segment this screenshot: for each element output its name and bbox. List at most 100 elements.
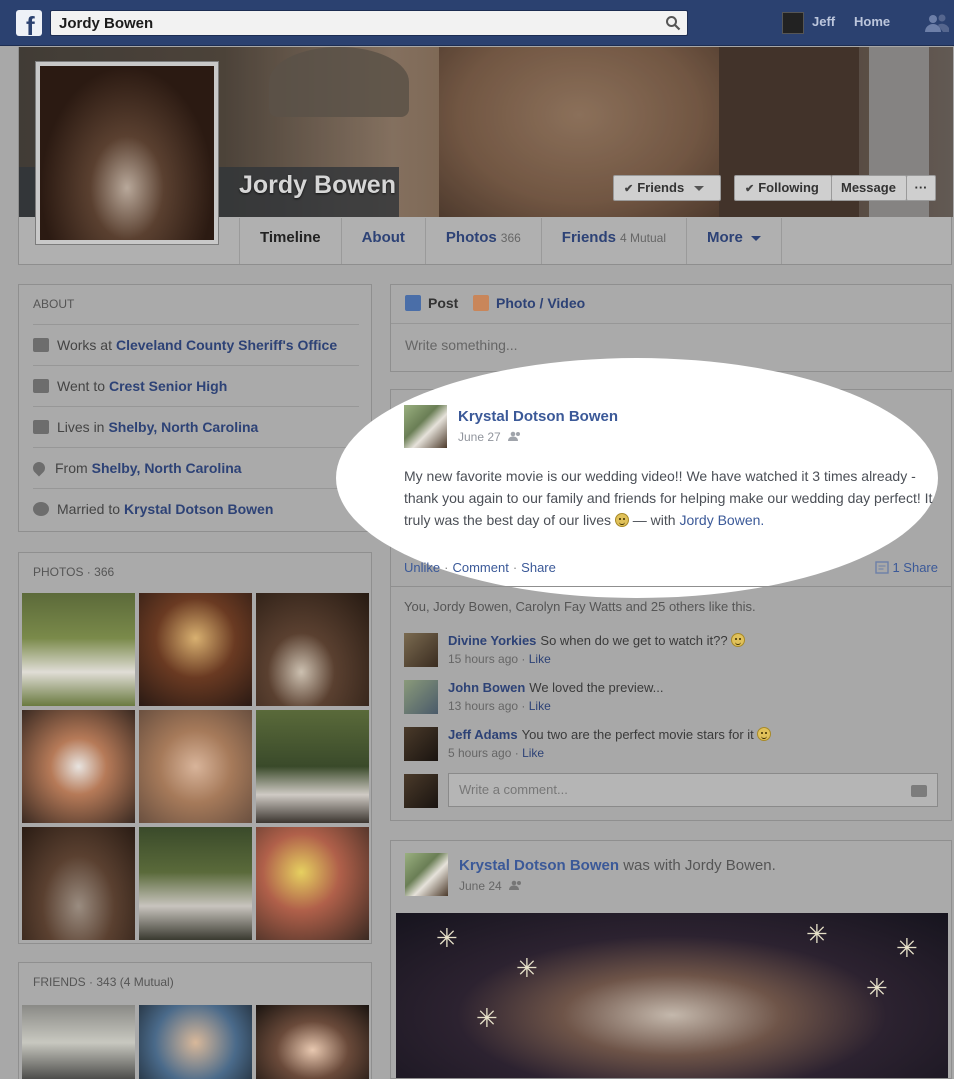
facebook-logo-icon[interactable]: f bbox=[16, 10, 42, 36]
about-item-link[interactable]: Krystal Dotson Bowen bbox=[124, 501, 273, 517]
share-count[interactable]: 1 Share bbox=[875, 560, 938, 575]
user-profile-link[interactable]: Jeff bbox=[812, 14, 835, 29]
comment-time[interactable]: 13 hours ago bbox=[448, 699, 518, 713]
heart-icon bbox=[33, 502, 49, 516]
friends-title[interactable]: FRIENDS · 343 (4 Mutual) bbox=[33, 975, 174, 989]
commenter-avatar[interactable] bbox=[404, 633, 438, 667]
photo-thumbnail[interactable] bbox=[139, 593, 252, 706]
commenter-name[interactable]: John Bowen bbox=[448, 680, 525, 695]
author-avatar[interactable] bbox=[405, 853, 448, 896]
photo-thumbnail[interactable] bbox=[22, 593, 135, 706]
comment-input[interactable]: Write a comment... bbox=[448, 773, 938, 807]
friends-count: 343 (4 Mutual) bbox=[96, 975, 174, 989]
about-item-prefix: From bbox=[55, 460, 88, 476]
photo-thumbnail[interactable] bbox=[139, 827, 252, 940]
post-author[interactable]: Krystal Dotson Bowen bbox=[458, 408, 618, 425]
search-icon[interactable] bbox=[665, 15, 681, 31]
comment-like-button[interactable]: Like bbox=[529, 652, 551, 666]
comment-meta: 13 hours ago · Like bbox=[448, 699, 551, 713]
comment-body: You two are the perfect movie stars for … bbox=[521, 727, 754, 742]
about-item-prefix: Went to bbox=[57, 378, 105, 394]
friends-audience-icon[interactable] bbox=[509, 880, 523, 891]
photo-thumbnail[interactable] bbox=[139, 710, 252, 823]
tab-photos[interactable]: Photos 366 bbox=[426, 218, 542, 264]
comment-item: John Bowen We loved the preview... 13 hou… bbox=[404, 680, 934, 720]
photo-icon bbox=[473, 295, 489, 311]
comment-time[interactable]: 5 hours ago bbox=[448, 746, 511, 760]
post-text: My new favorite movie is our wedding vid… bbox=[404, 465, 944, 531]
smiley-icon bbox=[614, 513, 629, 527]
school-icon bbox=[33, 379, 49, 393]
message-button[interactable]: Message bbox=[831, 175, 907, 201]
home-link[interactable]: Home bbox=[854, 14, 890, 29]
photo-thumbnail[interactable] bbox=[256, 710, 369, 823]
photo-thumbnail[interactable] bbox=[256, 827, 369, 940]
tab-label: Friends bbox=[561, 229, 616, 246]
commenter-name[interactable]: Divine Yorkies bbox=[448, 633, 536, 648]
tab-more[interactable]: More bbox=[687, 218, 782, 264]
composer-photo-tab[interactable]: Photo / Video bbox=[473, 295, 585, 311]
camera-icon[interactable] bbox=[911, 785, 927, 797]
more-options-button[interactable]: ··· bbox=[906, 175, 936, 201]
comment-meta: 15 hours ago · Like bbox=[448, 652, 551, 666]
post-header: Krystal Dotson Bowen was with Jordy Bowe… bbox=[459, 857, 776, 874]
about-item-link[interactable]: Cleveland County Sheriff's Office bbox=[116, 337, 337, 353]
friends-audience-icon[interactable] bbox=[508, 431, 522, 442]
photos-title[interactable]: PHOTOS · 366 bbox=[33, 565, 114, 579]
comment-button[interactable]: Comment bbox=[452, 560, 508, 575]
friend-requests-icon[interactable] bbox=[924, 12, 950, 34]
commenter-avatar[interactable] bbox=[404, 680, 438, 714]
share-count-label: 1 Share bbox=[892, 560, 938, 575]
friend-thumbnail[interactable] bbox=[139, 1005, 252, 1079]
about-item-link[interactable]: Crest Senior High bbox=[109, 378, 227, 394]
tab-about[interactable]: About bbox=[342, 218, 426, 264]
comment-body: We loved the preview... bbox=[529, 680, 664, 695]
post-meta: June 24 bbox=[459, 879, 523, 893]
composer-post-tab[interactable]: Post bbox=[405, 295, 458, 311]
about-item-link[interactable]: Shelby, North Carolina bbox=[108, 419, 258, 435]
photo-thumbnail[interactable] bbox=[256, 593, 369, 706]
about-item-from: From Shelby, North Carolina bbox=[30, 447, 359, 488]
photo-thumbnail[interactable] bbox=[22, 827, 135, 940]
profile-name[interactable]: Jordy Bowen bbox=[239, 171, 396, 200]
unlike-button[interactable]: Unlike bbox=[404, 560, 440, 575]
comment-like-button[interactable]: Like bbox=[522, 746, 544, 760]
comment-item: Divine Yorkies So when do we get to watch… bbox=[404, 633, 934, 673]
post-photo[interactable]: ✳ ✳ ✳ ✳ ✳ ✳ bbox=[396, 913, 948, 1078]
about-item-work: Works at Cleveland County Sheriff's Offic… bbox=[33, 324, 359, 365]
post-tagged-friend[interactable]: Jordy Bowen. bbox=[679, 512, 764, 528]
checkmark-icon: ✔ bbox=[624, 183, 634, 195]
photo-thumbnail[interactable] bbox=[22, 710, 135, 823]
profile-picture[interactable] bbox=[35, 61, 219, 245]
about-item-school: Went to Crest Senior High bbox=[33, 365, 359, 406]
comment-time[interactable]: 15 hours ago bbox=[448, 652, 518, 666]
friend-thumbnail[interactable] bbox=[256, 1005, 369, 1079]
user-avatar[interactable] bbox=[782, 12, 804, 34]
timeline-post-2: Krystal Dotson Bowen was with Jordy Bowe… bbox=[390, 840, 952, 1079]
comment-text: Divine Yorkies So when do we get to watch… bbox=[448, 633, 746, 648]
tab-friends[interactable]: Friends 4 Mutual bbox=[542, 218, 688, 264]
author-avatar[interactable] bbox=[404, 405, 447, 448]
chevron-down-icon bbox=[750, 235, 761, 241]
commenter-avatar[interactable] bbox=[404, 727, 438, 761]
about-item-link[interactable]: Shelby, North Carolina bbox=[92, 460, 242, 476]
search-input[interactable]: Jordy Bowen bbox=[50, 10, 688, 36]
post-author[interactable]: Krystal Dotson Bowen bbox=[459, 857, 619, 874]
tab-timeline[interactable]: Timeline bbox=[240, 218, 342, 264]
following-button[interactable]: ✔ Following bbox=[734, 175, 832, 201]
likes-summary[interactable]: You, Jordy Bowen, Carolyn Fay Watts and … bbox=[404, 599, 756, 614]
comment-input-placeholder: Write a comment... bbox=[459, 782, 568, 797]
friends-panel: FRIENDS · 343 (4 Mutual) bbox=[18, 962, 372, 1079]
share-button[interactable]: Share bbox=[521, 560, 556, 575]
friend-thumbnail[interactable] bbox=[22, 1005, 135, 1079]
tab-label: About bbox=[361, 229, 405, 246]
commenter-name[interactable]: Jeff Adams bbox=[448, 727, 518, 742]
tab-label: More bbox=[707, 229, 743, 246]
post-date[interactable]: June 27 bbox=[458, 430, 501, 444]
post-date[interactable]: June 24 bbox=[459, 879, 502, 893]
composer-input[interactable]: Write something... bbox=[405, 337, 518, 353]
comment-like-button[interactable]: Like bbox=[529, 699, 551, 713]
friends-button-label: Friends bbox=[637, 180, 685, 195]
friends-button[interactable]: ✔ Friends bbox=[613, 175, 721, 201]
post-with-text: was with Jordy Bowen. bbox=[623, 857, 776, 874]
